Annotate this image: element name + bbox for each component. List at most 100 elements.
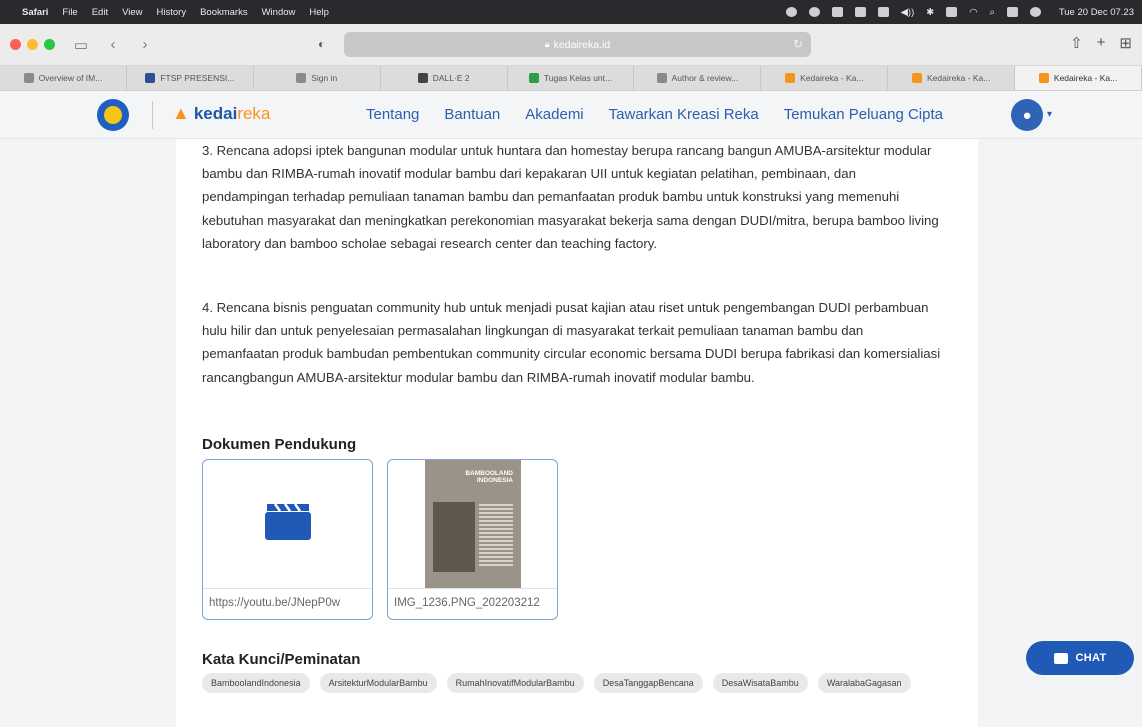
video-clapper-icon	[265, 503, 311, 540]
magazine-cover-image: BAMBOOLAND INDONESIA	[425, 460, 521, 588]
document-thumbnail: BAMBOOLAND INDONESIA	[388, 460, 557, 588]
address-bar[interactable]: 🔒︎ kedaireka.id ↻	[344, 32, 811, 57]
forward-icon[interactable]: ›	[137, 36, 153, 53]
status-icons: ◀︎)) ✱ ◠ ⌕ Tue 20 Dec 07.23	[785, 7, 1134, 18]
tab-label: Kedaireka - Ka...	[927, 73, 991, 83]
tab-overview-icon[interactable]: ⊞	[1119, 34, 1132, 52]
document-caption: IMG_1236.PNG_202203212	[388, 588, 557, 619]
browser-tab[interactable]: FTSP PRESENSI...	[127, 66, 254, 90]
tab-favicon-icon	[785, 73, 796, 83]
document-card-video[interactable]: https://youtu.be/JNepP0w	[202, 459, 373, 620]
kedaireka-logo[interactable]: ▲ kedai reka	[172, 103, 270, 124]
tab-favicon-icon	[417, 73, 428, 83]
kemdikbud-logo[interactable]	[97, 99, 129, 131]
spotlight-search-icon[interactable]: ⌕	[990, 7, 995, 18]
bluetooth-icon[interactable]: ✱	[926, 7, 934, 18]
wifi-icon[interactable]: ◠	[969, 7, 977, 18]
supporting-documents-heading: Dokumen Pendukung	[202, 436, 357, 453]
privacy-shield-icon[interactable]: ◐	[318, 37, 325, 51]
menu-file[interactable]: File	[62, 7, 77, 18]
fullscreen-window-button[interactable]	[44, 39, 55, 50]
tab-label: FTSP PRESENSI...	[160, 73, 235, 83]
tab-favicon-icon	[145, 73, 156, 83]
menu-edit[interactable]: Edit	[92, 7, 108, 18]
keyword-chip[interactable]: RumahInovatifModularBambu	[446, 673, 584, 693]
menu-view[interactable]: View	[122, 7, 142, 18]
menu-app-name[interactable]: Safari	[22, 7, 48, 18]
browser-tab[interactable]: Overview of IM...	[0, 66, 127, 90]
browser-toolbar: ▭ ‹ › ◐ 🔒︎ kedaireka.id ↻ ⇧ + ⊞	[0, 24, 1142, 66]
keywords-heading: Kata Kunci/Peminatan	[202, 651, 361, 668]
status-app-icon[interactable]	[808, 7, 820, 17]
volume-icon[interactable]: ◀︎))	[901, 7, 915, 18]
tab-favicon-icon	[912, 73, 923, 83]
tab-label: Overview of IM...	[38, 73, 103, 83]
chevron-down-icon[interactable]: ▾	[1047, 109, 1052, 120]
status-app-icon[interactable]	[854, 7, 866, 17]
menu-history[interactable]: History	[157, 7, 187, 18]
menu-bookmarks[interactable]: Bookmarks	[200, 7, 248, 18]
keyword-chip[interactable]: DesaTanggapBencana	[593, 673, 703, 693]
close-window-button[interactable]	[10, 39, 21, 50]
tab-label: DALL·E 2	[432, 73, 470, 83]
siri-icon[interactable]	[1029, 7, 1041, 17]
keyword-chip[interactable]: WaralabaGagasan	[817, 673, 911, 693]
chat-bubble-icon	[1053, 652, 1068, 664]
site-header: ▲ kedai reka Tentang Bantuan Akademi Tawa…	[0, 91, 1142, 139]
tab-label: Author & review...	[671, 73, 739, 83]
sidebar-toggle-icon[interactable]: ▭	[73, 36, 89, 54]
browser-tab-bar: Overview of IM... FTSP PRESENSI... Sign …	[0, 66, 1142, 91]
tab-favicon-icon	[296, 73, 307, 83]
browser-tab[interactable]: Tugas Kelas unt...	[508, 66, 635, 90]
nav-temukan-peluang-cipta[interactable]: Temukan Peluang Cipta	[784, 106, 943, 123]
status-app-icon[interactable]	[831, 7, 843, 17]
keyword-chips: BamboolandIndonesia ArsitekturModularBam…	[202, 673, 942, 693]
tab-favicon-icon	[23, 73, 34, 83]
menu-window[interactable]: Window	[262, 7, 296, 18]
reload-icon[interactable]: ↻	[793, 37, 803, 51]
browser-tab-active[interactable]: Kedaireka - Ka...	[1015, 66, 1142, 90]
kedaireka-logo-icon: ▲	[172, 103, 190, 123]
browser-tab[interactable]: Kedaireka - Ka...	[761, 66, 889, 90]
keyword-chip[interactable]: ArsitekturModularBambu	[319, 673, 437, 693]
lock-icon: 🔒︎	[544, 39, 550, 49]
brand-name-part2: reka	[237, 103, 271, 123]
macos-menubar: Safari File Edit View History Bookmarks …	[0, 0, 1142, 24]
nav-tentang[interactable]: Tentang	[366, 106, 419, 123]
keyword-chip[interactable]: BamboolandIndonesia	[202, 673, 310, 693]
plan-paragraph-3: 3. Rencana adopsi iptek bangunan modular…	[202, 143, 939, 251]
tab-favicon-icon	[656, 73, 667, 83]
brand-name-part1: kedai	[193, 103, 238, 123]
document-card-image[interactable]: BAMBOOLAND INDONESIA IMG_1236.PNG_202203…	[387, 459, 558, 620]
browser-tab[interactable]: Author & review...	[634, 66, 762, 90]
status-app-icon[interactable]	[785, 7, 797, 17]
share-icon[interactable]: ⇧	[1070, 34, 1083, 52]
back-icon[interactable]: ‹	[105, 36, 121, 53]
nav-bantuan[interactable]: Bantuan	[444, 106, 500, 123]
status-app-icon[interactable]	[877, 7, 889, 17]
tab-favicon-icon	[528, 73, 539, 83]
logo-emblem	[104, 106, 122, 124]
magazine-photo	[433, 502, 475, 572]
document-thumbnail	[203, 460, 372, 588]
tab-favicon-icon	[1038, 73, 1049, 83]
toolbar-right-actions: ⇧ + ⊞	[1070, 34, 1132, 52]
menu-help[interactable]: Help	[309, 7, 329, 18]
nav-akademi[interactable]: Akademi	[525, 106, 583, 123]
new-tab-icon[interactable]: +	[1097, 34, 1106, 52]
browser-tab[interactable]: Kedaireka - Ka...	[888, 66, 1016, 90]
chat-button[interactable]: CHAT	[1026, 641, 1134, 675]
control-center-icon[interactable]	[1006, 7, 1018, 17]
browser-tab[interactable]: Sign in	[254, 66, 381, 90]
window-controls	[10, 39, 55, 50]
menubar-clock[interactable]: Tue 20 Dec 07.23	[1059, 7, 1134, 18]
tab-label: Sign in	[311, 73, 338, 83]
browser-tab[interactable]: DALL·E 2	[381, 66, 508, 90]
keyword-chip[interactable]: DesaWisataBambu	[712, 673, 808, 693]
nav-tawarkan-kreasi-reka[interactable]: Tawarkan Kreasi Reka	[609, 106, 759, 123]
battery-icon[interactable]	[946, 7, 958, 17]
user-avatar-icon[interactable]: ●	[1011, 99, 1043, 131]
plan-paragraph-4: 4. Rencana bisnis penguatan community hu…	[202, 300, 941, 385]
minimize-window-button[interactable]	[27, 39, 38, 50]
address-bar-url: kedaireka.id	[553, 38, 611, 51]
